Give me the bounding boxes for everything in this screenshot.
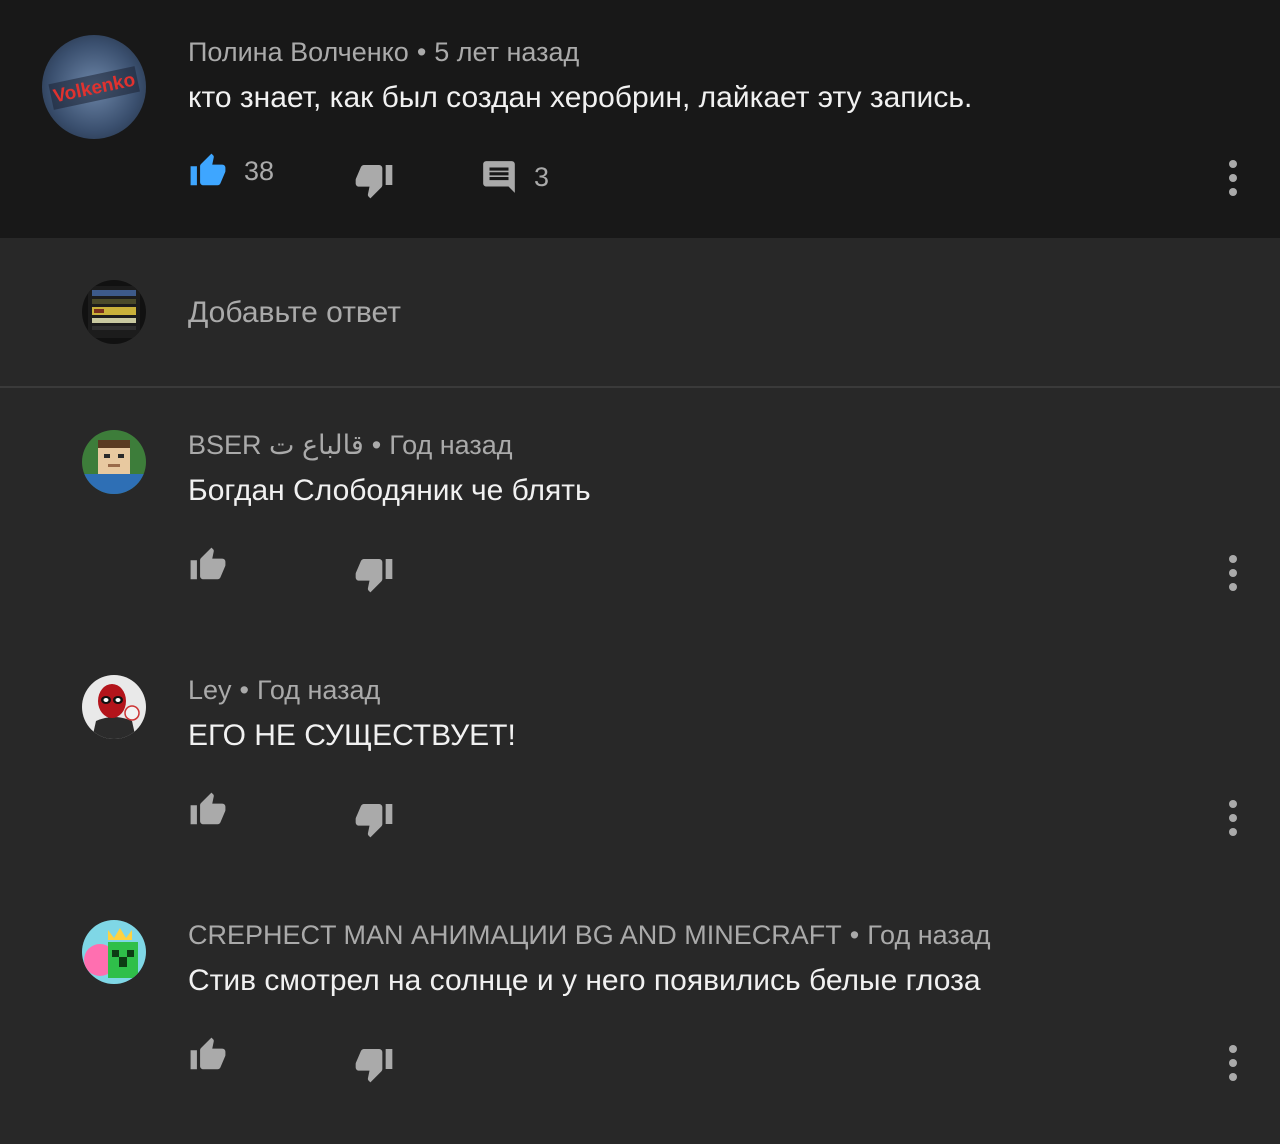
avatar-screenshot-icon (88, 286, 140, 338)
comment-text: Богдан Слободяник че блять (188, 474, 591, 507)
avatar-minecraft-icon (82, 440, 146, 494)
avatar-deadpool-icon (92, 684, 140, 739)
author-name[interactable]: СREPHECT MAN АНИМАЦИИ BG AND MINECRAFT (188, 920, 842, 950)
more-options-button[interactable] (1220, 553, 1246, 593)
like-count: 38 (244, 155, 275, 186)
comment-icon (483, 161, 515, 193)
thumb-up-icon (190, 547, 226, 580)
meta-separator: • (239, 675, 249, 705)
avatar[interactable] (82, 920, 146, 984)
top-comment: Volkenko Полина Волченко • 5 лет назад кто… (0, 0, 1280, 238)
meta-separator: • (416, 37, 427, 67)
like-button[interactable] (188, 791, 228, 829)
more-options-button[interactable] (1220, 798, 1246, 838)
author-name[interactable]: Полина Волченко (188, 37, 409, 67)
thumb-up-icon (190, 1037, 226, 1070)
comment-meta: Полина Волченко • 5 лет назад (188, 37, 579, 68)
reply-button[interactable]: 3 (480, 158, 549, 196)
comment-text: Стив смотрел на солнце и у него появилис… (188, 964, 981, 997)
comment-meta: BSER قالباع ت • Год назад (188, 430, 513, 461)
comment-text: ЕГО НЕ СУЩЕСТВУЕТ! (188, 719, 516, 752)
reply-comment: BSER قالباع ت • Год назад Богдан Слободяни… (0, 388, 1280, 633)
comment-time: Год назад (389, 430, 513, 460)
comment-time: Год назад (257, 675, 381, 705)
reply-count: 3 (534, 161, 550, 192)
like-button[interactable] (188, 1036, 228, 1074)
comment-meta: Ley • Год назад (188, 675, 380, 706)
dislike-button[interactable] (354, 799, 394, 839)
comment-text: кто знает, как был создан херобрин, лайк… (188, 81, 973, 114)
comment-time: 5 лет назад (434, 37, 580, 67)
avatar-creeper-icon (84, 928, 138, 978)
avatar[interactable]: Volkenko (42, 35, 146, 139)
avatar[interactable] (82, 675, 146, 739)
more-options-button[interactable] (1220, 1043, 1246, 1083)
current-user-avatar (82, 280, 146, 344)
avatar[interactable] (82, 430, 146, 494)
comment-meta: СREPHECT MAN АНИМАЦИИ BG AND MINECRAFT • Г… (188, 920, 990, 951)
comment-time: Год назад (867, 920, 991, 950)
like-button[interactable] (188, 546, 228, 584)
add-reply-box: Добавьте ответ (0, 238, 1280, 388)
dislike-button[interactable] (354, 1044, 394, 1084)
thumb-up-icon (190, 153, 226, 186)
dislike-button[interactable] (354, 554, 394, 594)
more-options-button[interactable] (1220, 158, 1246, 198)
thumb-down-icon (355, 1049, 393, 1083)
thumb-down-icon (355, 165, 393, 199)
meta-separator: • (849, 920, 860, 950)
reply-comment: СREPHECT MAN АНИМАЦИИ BG AND MINECRAFT • Г… (0, 878, 1280, 1144)
meta-separator: • (371, 430, 382, 460)
author-name[interactable]: BSER قالباع ت (188, 430, 364, 460)
avatar-logo-icon: Volkenko (48, 66, 140, 110)
dislike-button[interactable] (354, 160, 394, 200)
add-reply-input[interactable]: Добавьте ответ (188, 296, 401, 330)
author-name[interactable]: Ley (188, 675, 232, 705)
like-button[interactable]: 38 (188, 152, 274, 190)
reply-comment: Ley • Год назад ЕГО НЕ СУЩЕСТВУЕТ! (0, 633, 1280, 878)
thumb-down-icon (355, 804, 393, 838)
thumb-up-icon (190, 792, 226, 825)
thumb-down-icon (355, 559, 393, 593)
